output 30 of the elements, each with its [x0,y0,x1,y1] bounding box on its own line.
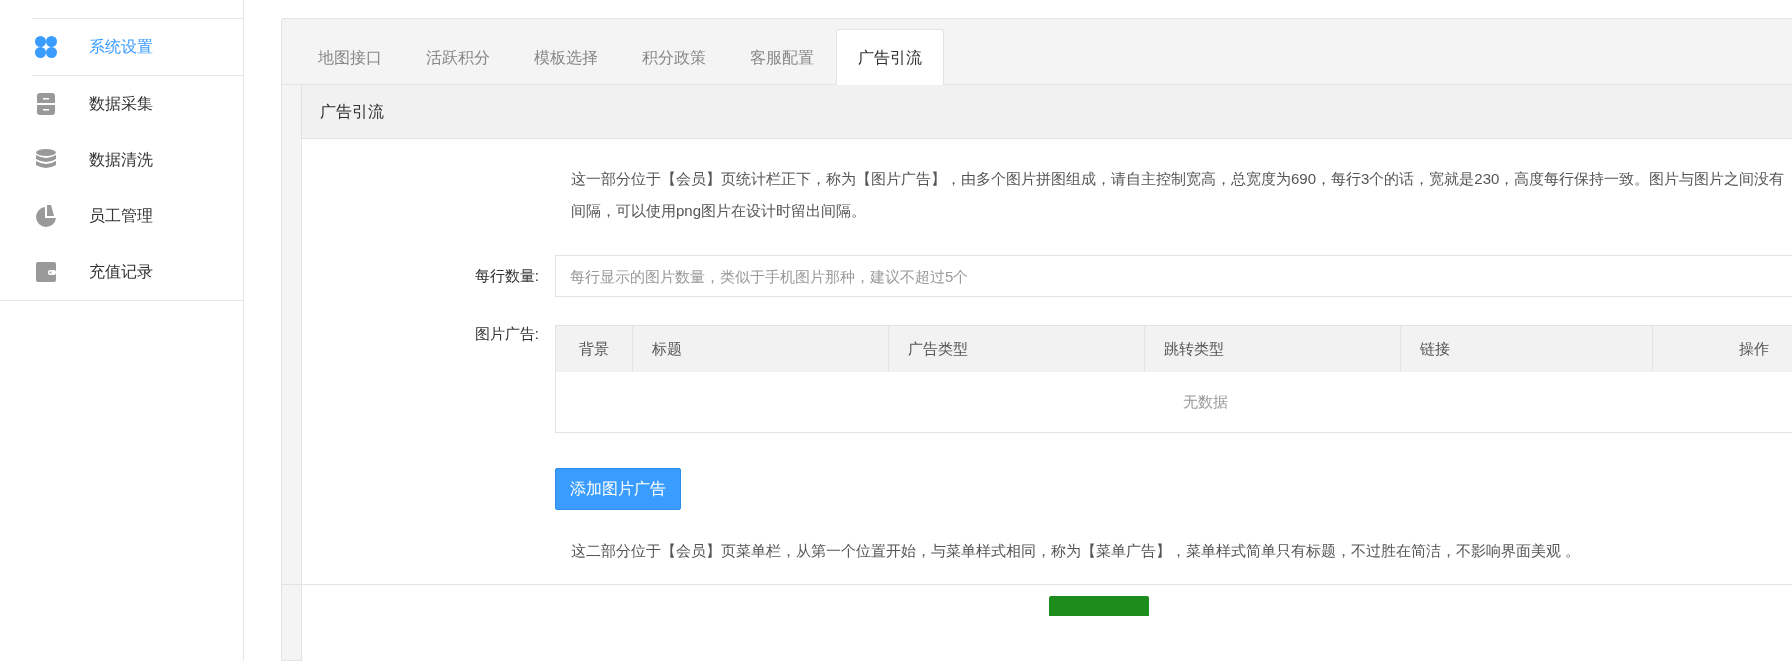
tab[interactable]: 地图接口 [296,29,404,84]
sidebar-item[interactable]: 数据清洗 [0,132,243,188]
tab[interactable]: 客服配置 [728,29,836,84]
field-label: 图片广告: [473,325,540,344]
column-header: 广告类型 [888,325,1145,372]
add-button[interactable]: 添加图片广告 [555,468,681,510]
column-header: 背景 [555,325,633,372]
input-field[interactable]: 每行显示的图片数量，类似于手机图片那种，建议不超过5个 [555,255,1792,297]
action-button[interactable] [1049,596,1149,616]
tab[interactable]: 活跃积分 [404,29,512,84]
column-header: 操作 [1652,325,1792,372]
tab[interactable]: 积分政策 [620,29,728,84]
sidebar-item[interactable]: 系统设置 [32,19,243,76]
column-header: 链接 [1400,325,1653,372]
column-header: 跳转类型 [1144,325,1401,372]
tab[interactable]: 广告引流 [836,29,944,85]
section-header: 广告引流 [302,85,1792,139]
grid-icon [34,35,58,59]
description-text: 这二部分位于【会员】页菜单栏，从第一个位置开始，与菜单样式相同，称为【菜单广告】，菜单样式简单只有标题，不过胜在简洁，不影响界面美观 。 [571,541,1582,561]
tab[interactable]: 模板选择 [512,29,620,84]
drawer-icon [34,92,58,116]
table-cell: 无数据 [555,372,1792,433]
field-label: 每行数量: [473,266,540,286]
sidebar-item[interactable]: 员工管理 [0,188,243,244]
sidebar-item[interactable]: 数据采集 [0,76,243,132]
column-header: 标题 [632,325,889,372]
description-text: 这一部分位于【会员】页统计栏正下，称为【图片广告】，由多个图片拼图组成，请自主控制宽高，总宽度为690，每行3个的话，宽就是230，高度每行保持一致。图片与图片之间没有间隔，可以使用png图片在设计时留出间隔。 [571,169,1786,221]
pie-chart-icon [34,204,58,228]
sidebar-item[interactable]: 充值记录 [0,244,243,300]
wallet-icon [34,260,58,284]
